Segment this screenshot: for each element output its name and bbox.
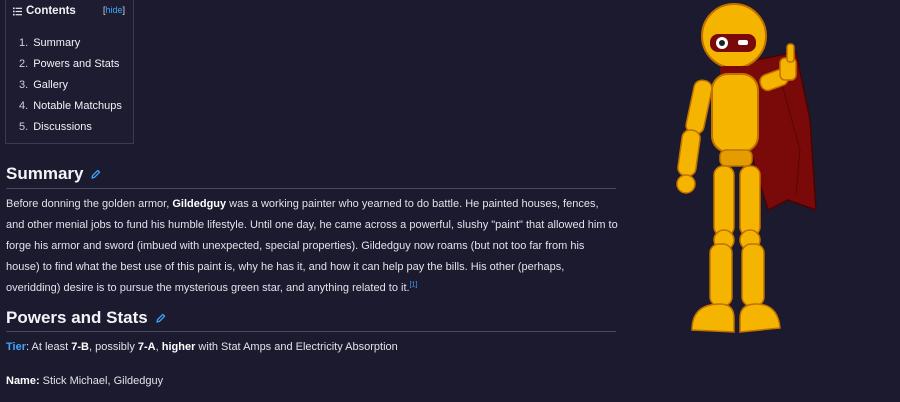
powers-and-stats-heading: Powers and Stats	[6, 308, 166, 328]
table-of-contents: Contents [hide] 1. Summary 2. Powers and S…	[5, 0, 134, 144]
toc-item-label[interactable]: Gallery	[33, 79, 68, 91]
list-icon	[13, 7, 22, 15]
toc-header: Contents	[13, 5, 76, 17]
toc-item-notable-matchups[interactable]: 4. Notable Matchups	[19, 99, 122, 120]
toc-title: Contents	[26, 5, 76, 17]
toc-item-label[interactable]: Powers and Stats	[33, 58, 119, 70]
toc-item-gallery[interactable]: 3. Gallery	[19, 78, 122, 99]
character-name: Gildedguy	[172, 198, 227, 210]
toc-item-powers-and-stats[interactable]: 2. Powers and Stats	[19, 57, 122, 78]
toc-toggle: [hide]	[103, 5, 126, 15]
summary-paragraph: Before donning the golden armor, Gildedg…	[6, 198, 618, 294]
toc-item-label[interactable]: Summary	[33, 37, 80, 49]
toc-item-discussions[interactable]: 5. Discussions	[19, 120, 122, 141]
toc-hide-link[interactable]: hide	[106, 5, 123, 15]
name-line: Name: Stick Michael, Gildedguy	[6, 375, 164, 387]
tier-line: Tier: At least 7-B, possibly 7-A, higher…	[6, 341, 398, 353]
citation-link[interactable]: [1]	[410, 281, 418, 288]
toc-item-summary[interactable]: 1. Summary	[19, 36, 122, 57]
powers-divider	[6, 331, 616, 332]
tier-link[interactable]: Tier	[6, 341, 26, 353]
summary-heading: Summary	[6, 164, 101, 184]
toc-item-label[interactable]: Discussions	[33, 121, 92, 133]
edit-pencil-icon[interactable]	[91, 169, 101, 179]
summary-divider	[6, 188, 616, 189]
toc-list: 1. Summary 2. Powers and Stats 3. Gallery 4…	[19, 36, 122, 141]
gildedguy-character-image	[676, 3, 817, 333]
edit-pencil-icon[interactable]	[156, 313, 166, 323]
toc-item-label[interactable]: Notable Matchups	[33, 100, 122, 112]
